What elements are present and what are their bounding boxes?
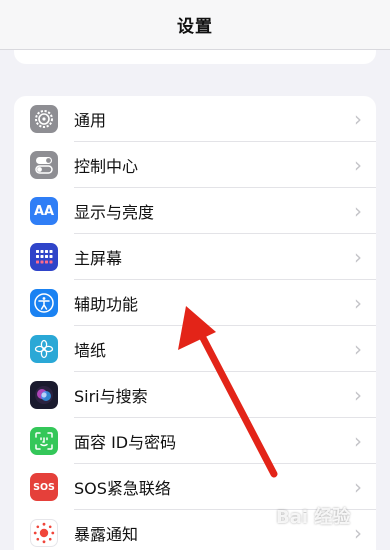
chevron-right-icon: ›: [354, 199, 362, 223]
settings-row-accessibility[interactable]: 辅助功能 ›: [14, 280, 376, 326]
chevron-right-icon: ›: [354, 245, 362, 269]
settings-row-label: 主屏幕: [74, 249, 123, 268]
account-card-edge: [14, 50, 376, 64]
settings-row-label: 辅助功能: [74, 295, 139, 314]
settings-row-label: 控制中心: [74, 157, 139, 176]
settings-list: 通用 › 控制中心 › AA 显示与亮度 › 主屏幕 › 辅助功能 › 墙纸 ›…: [14, 96, 376, 550]
settings-row-face-id-passcode[interactable]: 面容 ID与密码 ›: [14, 418, 376, 464]
settings-row-label: Siri与搜索: [74, 387, 148, 406]
chevron-right-icon: ›: [354, 107, 362, 131]
settings-row-label: 显示与亮度: [74, 203, 155, 222]
settings-row-display-brightness[interactable]: AA 显示与亮度 ›: [14, 188, 376, 234]
settings-row-label: 通用: [74, 111, 107, 130]
chevron-right-icon: ›: [354, 521, 362, 545]
text-size-icon: AA: [30, 197, 58, 225]
exposure-notification-icon: [30, 519, 58, 547]
settings-row-label: 墙纸: [74, 341, 107, 360]
settings-row-wallpaper[interactable]: 墙纸 ›: [14, 326, 376, 372]
face-id-icon: [30, 427, 58, 455]
settings-row-control-center[interactable]: 控制中心 ›: [14, 142, 376, 188]
chevron-right-icon: ›: [354, 475, 362, 499]
settings-row-general[interactable]: 通用 ›: [14, 96, 376, 142]
settings-row-label: 面容 ID与密码: [74, 433, 177, 452]
page-title: 设置: [177, 17, 213, 37]
home-screen-grid-icon: [30, 243, 58, 271]
accessibility-icon: [30, 289, 58, 317]
watermark: Bai 经验: [276, 507, 351, 528]
chevron-right-icon: ›: [354, 153, 362, 177]
toggle-switches-icon: [30, 151, 58, 179]
chevron-right-icon: ›: [354, 291, 362, 315]
gear-icon: [30, 105, 58, 133]
settings-row-siri-search[interactable]: Siri与搜索 ›: [14, 372, 376, 418]
sos-icon: SOS: [30, 473, 58, 501]
settings-row-label: 暴露通知: [74, 525, 139, 544]
siri-icon: [30, 381, 58, 409]
chevron-right-icon: ›: [354, 429, 362, 453]
chevron-right-icon: ›: [354, 383, 362, 407]
chevron-right-icon: ›: [354, 337, 362, 361]
wallpaper-flower-icon: [30, 335, 58, 363]
settings-row-home-screen[interactable]: 主屏幕 ›: [14, 234, 376, 280]
settings-row-label: SOS紧急联络: [74, 479, 171, 498]
navigation-bar: 设置: [0, 0, 390, 50]
